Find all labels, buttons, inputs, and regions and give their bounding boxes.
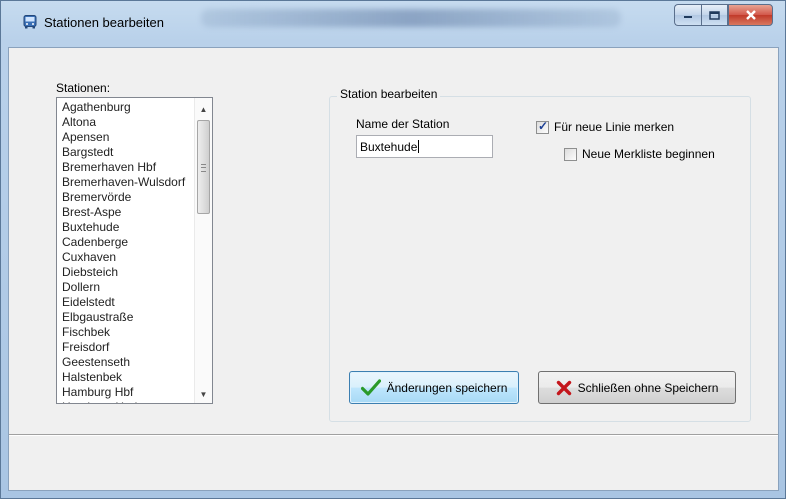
list-item[interactable]: Cuxhaven [62, 250, 116, 265]
edit-station-group-title: Station bearbeiten [337, 87, 441, 101]
list-item[interactable]: Buxtehude [62, 220, 119, 235]
station-name-input[interactable]: Buxtehude [356, 135, 493, 158]
new-list-label[interactable]: Neue Merkliste beginnen [582, 147, 715, 161]
title-bar-background [201, 9, 621, 27]
list-item[interactable]: Geestenseth [62, 355, 130, 370]
stations-scrollbar[interactable]: ▲ ▼ [194, 98, 212, 403]
list-item[interactable]: Dollern [62, 280, 100, 295]
stations-label: Stationen: [56, 81, 111, 95]
checkmark-icon: ✓ [538, 119, 549, 133]
list-item[interactable]: Bremerhaven-Wulsdorf [62, 175, 185, 190]
list-item[interactable]: Diebsteich [62, 265, 118, 280]
close-without-saving-label: Schließen ohne Speichern [577, 380, 719, 395]
list-item[interactable]: Bargstedt [62, 145, 113, 160]
list-item[interactable]: Elbgaustraße [62, 310, 133, 325]
list-item[interactable]: Fischbek [62, 325, 110, 340]
minimize-button[interactable] [674, 4, 701, 26]
list-item[interactable]: Altona [62, 115, 96, 130]
list-item[interactable]: Freisdorf [62, 340, 109, 355]
window-title: Stationen bearbeiten [44, 15, 164, 30]
scroll-up-icon[interactable]: ▲ [195, 101, 212, 118]
list-item[interactable]: Agathenburg [62, 100, 131, 115]
close-window-button[interactable] [728, 4, 773, 26]
window-frame: Stationen bearbeiten Stationen: Agathenb… [0, 0, 786, 499]
list-item[interactable]: Bremerhaven Hbf [62, 160, 156, 175]
list-item[interactable]: Brest-Aspe [62, 205, 121, 220]
maximize-icon [709, 10, 720, 20]
list-item[interactable]: Cadenberge [62, 235, 128, 250]
save-changes-label: Änderungen speichern [386, 380, 508, 395]
list-item[interactable]: Eidelstedt [62, 295, 115, 310]
close-icon [745, 10, 756, 20]
list-item[interactable]: Hamburg-Harburg [62, 400, 159, 403]
checkmark-icon [360, 378, 381, 396]
remember-checkbox[interactable]: ✓ [536, 119, 549, 134]
station-name-label: Name der Station [356, 117, 450, 131]
stations-listbox[interactable]: Agathenburg Altona Apensen Bargstedt Bremerh… [56, 97, 213, 404]
list-item[interactable]: Hamburg Hbf [62, 385, 133, 400]
title-bar[interactable]: Stationen bearbeiten [1, 1, 785, 47]
list-item[interactable]: Apensen [62, 130, 109, 145]
station-name-value: Buxtehude [360, 140, 418, 154]
remember-label[interactable]: Für neue Linie merken [554, 120, 674, 134]
save-changes-button[interactable]: Änderungen speichern [349, 371, 519, 404]
x-mark-icon [556, 380, 571, 395]
minimize-icon [684, 16, 692, 18]
close-without-saving-button[interactable]: Schließen ohne Speichern [538, 371, 736, 404]
scroll-thumb[interactable] [197, 120, 210, 214]
list-item[interactable]: Bremervörde [62, 190, 131, 205]
scroll-down-icon[interactable]: ▼ [195, 386, 212, 403]
list-item[interactable]: Halstenbek [62, 370, 122, 385]
maximize-button[interactable] [701, 4, 728, 26]
new-list-checkbox[interactable] [564, 148, 577, 161]
dialog-client-area: Stationen: Agathenburg Altona Apensen Bargs… [8, 47, 779, 491]
footer-separator [9, 434, 778, 436]
bus-icon [22, 14, 38, 30]
